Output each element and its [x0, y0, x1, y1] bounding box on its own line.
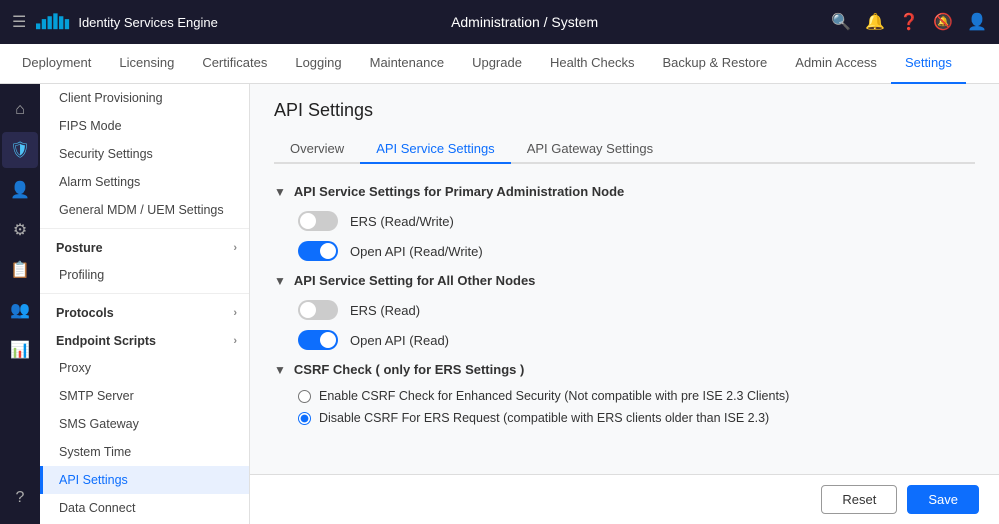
- sidebar-item-profiling[interactable]: Profiling: [40, 261, 249, 289]
- save-button[interactable]: Save: [907, 485, 979, 514]
- sidebar-icon-home[interactable]: ⌂: [2, 92, 38, 128]
- tab-licensing[interactable]: Licensing: [105, 44, 188, 84]
- help-icon[interactable]: ❓: [899, 12, 919, 32]
- app-logo: Identity Services Engine: [36, 13, 217, 31]
- tab-upgrade[interactable]: Upgrade: [458, 44, 536, 84]
- toggle-open-api-read[interactable]: [298, 330, 338, 350]
- toggle-open-api-read-slider: [298, 330, 338, 350]
- collapse-arrow-all-nodes[interactable]: ▼: [274, 274, 286, 288]
- collapse-arrow-csrf[interactable]: ▼: [274, 363, 286, 377]
- main-layout: ⌂ 🛡 👤 ⚙ 📋 👥 📊 ? Client Provisioning FIPS…: [0, 84, 999, 524]
- sidebar-item-general-mdm[interactable]: General MDM / UEM Settings: [40, 196, 249, 224]
- page-header-title: Administration / System: [218, 14, 832, 30]
- sidebar-icon-rail: ⌂ 🛡 👤 ⚙ 📋 👥 📊 ?: [0, 84, 40, 524]
- alerts-icon[interactable]: 🔔: [865, 12, 885, 32]
- content-wrapper: API Settings Overview API Service Settin…: [250, 84, 999, 524]
- tab-deployment[interactable]: Deployment: [8, 44, 105, 84]
- endpoint-scripts-chevron: ›: [233, 335, 237, 347]
- sidebar-item-security-settings[interactable]: Security Settings: [40, 140, 249, 168]
- label-ers-read-write: ERS (Read/Write): [350, 214, 454, 229]
- section-title-primary: API Service Settings for Primary Adminis…: [294, 184, 624, 199]
- label-open-api-read: Open API (Read): [350, 333, 449, 348]
- sidebar-section-posture[interactable]: Posture ›: [40, 233, 249, 261]
- label-open-api-read-write: Open API (Read/Write): [350, 244, 483, 259]
- toggle-ers-read-write[interactable]: [298, 211, 338, 231]
- toggle-ers-read-write-slider: [298, 211, 338, 231]
- reset-button[interactable]: Reset: [821, 485, 897, 514]
- sidebar-item-fips-mode[interactable]: FIPS Mode: [40, 112, 249, 140]
- main-tab-bar: Deployment Licensing Certificates Loggin…: [0, 44, 999, 84]
- sidebar-icon-help[interactable]: ?: [2, 480, 38, 516]
- section-title-csrf: CSRF Check ( only for ERS Settings ): [294, 362, 524, 377]
- sidebar-section-endpoint-scripts[interactable]: Endpoint Scripts ›: [40, 326, 249, 354]
- main-content: API Settings Overview API Service Settin…: [250, 84, 999, 474]
- protocols-label: Protocols: [56, 306, 114, 320]
- sidebar-icon-shield[interactable]: 🛡: [2, 132, 38, 168]
- page-title: API Settings: [274, 100, 975, 121]
- label-ers-read: ERS (Read): [350, 303, 420, 318]
- hamburger-icon[interactable]: ☰: [12, 12, 26, 32]
- sidebar-section-protocols[interactable]: Protocols ›: [40, 298, 249, 326]
- tab-backup-restore[interactable]: Backup & Restore: [649, 44, 782, 84]
- tab-logging[interactable]: Logging: [281, 44, 355, 84]
- label-csrf-enable: Enable CSRF Check for Enhanced Security …: [319, 389, 789, 403]
- radio-csrf-enable[interactable]: [298, 390, 311, 403]
- sidebar-item-proxy[interactable]: Proxy: [40, 354, 249, 382]
- sidebar-icon-group[interactable]: 👥: [2, 292, 38, 328]
- tab-admin-access[interactable]: Admin Access: [781, 44, 891, 84]
- posture-chevron: ›: [233, 242, 237, 254]
- sidebar-icon-policy[interactable]: 📋: [2, 252, 38, 288]
- sidebar-divider-2: [40, 293, 249, 294]
- sidebar-item-alarm-settings[interactable]: Alarm Settings: [40, 168, 249, 196]
- sidebar-item-api-settings[interactable]: API Settings: [40, 466, 249, 494]
- sidebar-icon-settings[interactable]: ⚙: [2, 212, 38, 248]
- tab-health-checks[interactable]: Health Checks: [536, 44, 649, 84]
- cisco-logo-svg: [36, 13, 72, 31]
- toggle-open-api-read-write[interactable]: [298, 241, 338, 261]
- top-nav-icons: 🔍 🔔 ❓ 🔕 👤: [831, 12, 987, 32]
- toggle-ers-read[interactable]: [298, 300, 338, 320]
- section-header-all-nodes: ▼ API Service Setting for All Other Node…: [274, 273, 975, 288]
- section-header-csrf: ▼ CSRF Check ( only for ERS Settings ): [274, 362, 975, 377]
- sidebar-item-smtp-server[interactable]: SMTP Server: [40, 382, 249, 410]
- label-csrf-disable: Disable CSRF For ERS Request (compatible…: [319, 411, 769, 425]
- sub-tab-bar: Overview API Service Settings API Gatewa…: [274, 135, 975, 164]
- app-name: Identity Services Engine: [78, 15, 217, 30]
- setting-row-ers-read-write: ERS (Read/Write): [274, 211, 975, 231]
- tab-settings[interactable]: Settings: [891, 44, 966, 84]
- protocols-chevron: ›: [233, 307, 237, 319]
- sidebar-item-system-time[interactable]: System Time: [40, 438, 249, 466]
- tab-certificates[interactable]: Certificates: [188, 44, 281, 84]
- posture-label: Posture: [56, 241, 103, 255]
- notifications-icon[interactable]: 🔕: [933, 12, 953, 32]
- sidebar-item-data-connect[interactable]: Data Connect: [40, 494, 249, 522]
- sidebar-icon-user[interactable]: 👤: [2, 172, 38, 208]
- setting-row-open-api-read-write: Open API (Read/Write): [274, 241, 975, 261]
- top-nav: ☰ Identity Services Engine Administratio…: [0, 0, 999, 44]
- setting-row-open-api-read: Open API (Read): [274, 330, 975, 350]
- radio-row-csrf-enable: Enable CSRF Check for Enhanced Security …: [274, 389, 975, 403]
- radio-row-csrf-disable: Disable CSRF For ERS Request (compatible…: [274, 411, 975, 425]
- bottom-action-bar: Reset Save: [250, 474, 999, 524]
- radio-csrf-disable[interactable]: [298, 412, 311, 425]
- user-icon[interactable]: 👤: [967, 12, 987, 32]
- toggle-open-api-read-write-slider: [298, 241, 338, 261]
- setting-row-ers-read: ERS (Read): [274, 300, 975, 320]
- sidebar-divider-1: [40, 228, 249, 229]
- endpoint-scripts-label: Endpoint Scripts: [56, 334, 156, 348]
- sidebar-item-client-provisioning[interactable]: Client Provisioning: [40, 84, 249, 112]
- sidebar-item-sms-gateway[interactable]: SMS Gateway: [40, 410, 249, 438]
- tab-maintenance[interactable]: Maintenance: [356, 44, 458, 84]
- sidebar-menu: Client Provisioning FIPS Mode Security S…: [40, 84, 250, 524]
- collapse-arrow-primary[interactable]: ▼: [274, 185, 286, 199]
- sub-tab-api-gateway-settings[interactable]: API Gateway Settings: [511, 135, 669, 164]
- section-title-all-nodes: API Service Setting for All Other Nodes: [294, 273, 536, 288]
- sidebar-icon-reports[interactable]: 📊: [2, 332, 38, 368]
- section-header-primary-node: ▼ API Service Settings for Primary Admin…: [274, 184, 975, 199]
- search-icon[interactable]: 🔍: [831, 12, 851, 32]
- sub-tab-api-service-settings[interactable]: API Service Settings: [360, 135, 511, 164]
- toggle-ers-read-slider: [298, 300, 338, 320]
- sub-tab-overview[interactable]: Overview: [274, 135, 360, 164]
